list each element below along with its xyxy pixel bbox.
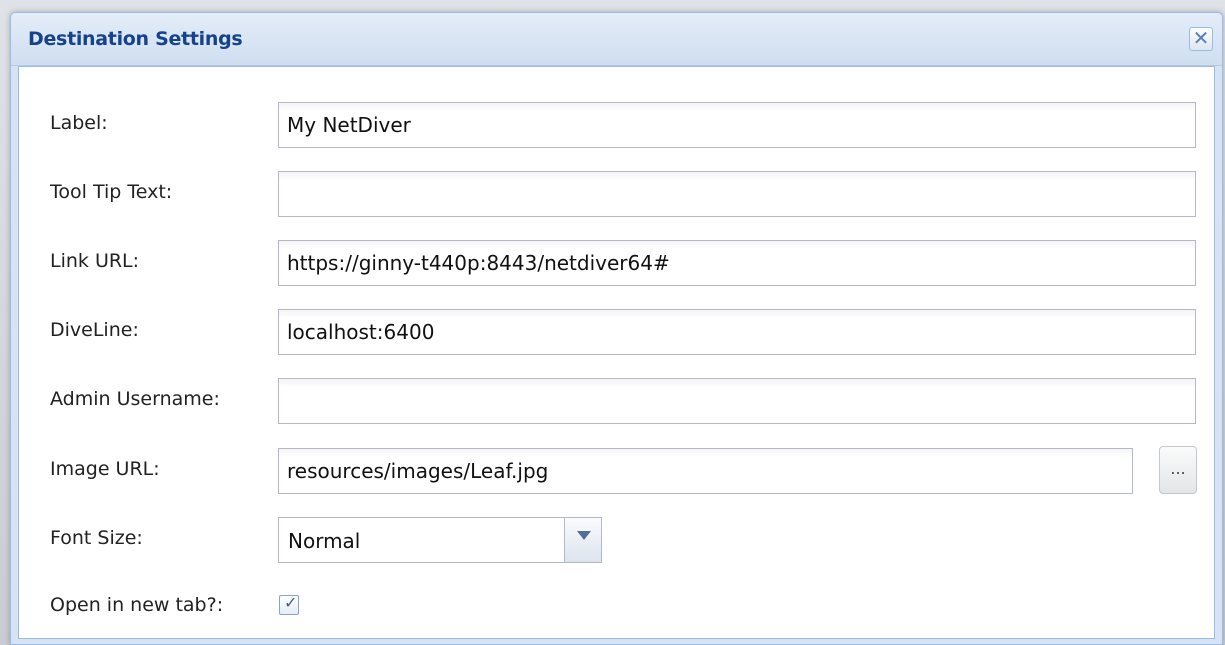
label-row: Label: [19,102,1214,148]
font-size-select[interactable]: Normal [278,517,602,563]
diveline-row: DiveLine: [19,309,1214,355]
tooltip-input[interactable] [278,171,1196,217]
tooltip-row: Tool Tip Text: [19,171,1214,217]
open-new-tab-row: Open in new tab?: ✓ [19,584,1214,630]
diveline-caption: DiveLine: [50,319,139,341]
font-size-selected-value: Normal [288,529,361,553]
open-new-tab-checkbox[interactable]: ✓ [279,593,299,615]
chevron-down-icon [577,531,591,540]
link-url-caption: Link URL: [50,250,140,272]
font-size-row: Font Size: Normal [19,517,1214,563]
dialog-titlebar: Destination Settings ✕ [11,13,1222,66]
admin-username-input[interactable] [278,378,1196,424]
image-url-row: Image URL: ... [19,446,1214,494]
image-url-caption: Image URL: [50,458,160,480]
admin-username-caption: Admin Username: [50,388,220,410]
close-button[interactable]: ✕ [1189,27,1213,51]
link-url-input[interactable] [278,240,1196,286]
admin-username-row: Admin Username: [19,378,1214,424]
dialog-body: Label: Tool Tip Text: Link URL: DiveLine… [18,66,1215,639]
font-size-caption: Font Size: [50,527,143,549]
open-new-tab-caption: Open in new tab?: [50,594,224,616]
diveline-input[interactable] [278,309,1196,355]
label-caption: Label: [50,112,108,134]
browse-image-button[interactable]: ... [1159,446,1197,494]
close-icon: ✕ [1192,26,1210,50]
link-url-row: Link URL: [19,240,1214,286]
checkmark-icon: ✓ [284,593,298,612]
dialog-title: Destination Settings [28,28,243,50]
image-url-input[interactable] [278,448,1133,494]
font-size-dropdown-trigger[interactable] [564,518,601,562]
tooltip-caption: Tool Tip Text: [50,181,173,203]
destination-settings-dialog: Destination Settings ✕ Label: Tool Tip T… [10,12,1223,645]
label-input[interactable] [278,102,1196,148]
